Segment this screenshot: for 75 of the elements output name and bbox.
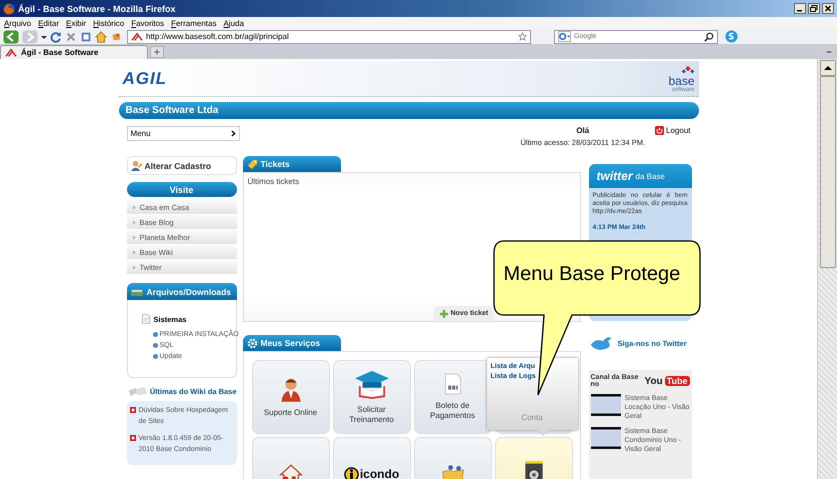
document-icon: [142, 314, 150, 324]
restore-icon[interactable]: [808, 3, 820, 14]
twitter-suffix: da Base: [636, 172, 665, 180]
arrow-right-icon: [132, 204, 136, 210]
plus-icon: [440, 310, 448, 318]
info-icon: [344, 466, 359, 479]
menu-item[interactable]: Histórico: [93, 18, 124, 28]
service-tile[interactable]: Boleto de Pagamentos: [414, 360, 492, 434]
twitter-logo: twitter: [596, 169, 632, 183]
reload-icon[interactable]: [50, 30, 62, 42]
logout-link[interactable]: Logout: [655, 126, 690, 135]
menu-item[interactable]: Editar: [38, 18, 60, 28]
app-logo: AGIL: [122, 68, 168, 88]
menu-item[interactable]: Exibir: [66, 18, 86, 28]
support-agent-icon: [278, 376, 302, 402]
service-tile[interactable]: Suporte Online: [252, 360, 330, 434]
service-tile[interactable]: Solicitar Treinamento: [332, 360, 410, 434]
scroll-up-icon[interactable]: [820, 60, 836, 76]
site-logo-icon: [131, 32, 143, 42]
tile-label: Conta: [520, 413, 544, 422]
new-tab-icon[interactable]: [150, 46, 164, 58]
menu-dropdown[interactable]: Menu: [126, 126, 240, 141]
menu-item[interactable]: Ajuda: [223, 18, 244, 28]
menu-item[interactable]: Ferramentas: [171, 18, 216, 28]
bullet-icon: [152, 354, 158, 359]
bullet-icon: [130, 435, 136, 441]
site-logo-icon: [5, 48, 17, 58]
drive-icon: [130, 286, 142, 296]
youtube-logo-tube: Tube: [664, 376, 690, 386]
callout-text: Menu Base Protege: [504, 263, 680, 286]
bullet-icon: [152, 332, 158, 337]
search-icon[interactable]: [704, 32, 714, 42]
brand-logo-icon: [680, 64, 694, 74]
brand-name: base: [668, 74, 694, 86]
bullet-icon: [152, 343, 158, 348]
video-thumbnail[interactable]: [590, 394, 620, 416]
arrow-right-icon: [132, 250, 136, 254]
minimize-icon[interactable]: [794, 3, 806, 14]
greeting-text: Olá: [576, 126, 590, 135]
menu-item[interactable]: Favoritos: [131, 18, 164, 28]
chevron-right-icon: [230, 130, 236, 137]
menu-item[interactable]: Arquivo: [4, 18, 32, 28]
chat-icon[interactable]: [725, 30, 738, 43]
close-icon[interactable]: [822, 3, 834, 14]
graduation-cap-icon: [352, 369, 390, 399]
gear-icon: [246, 338, 258, 348]
star-icon[interactable]: [518, 32, 527, 41]
popup-pointer: [536, 430, 548, 436]
address-bar[interactable]: http://www.basesoft.com.br/agil/principal: [127, 30, 531, 44]
arrow-right-icon: [132, 234, 136, 240]
home-icon[interactable]: [95, 30, 107, 42]
barcode-document-icon: [444, 373, 460, 395]
stop-icon[interactable]: [65, 30, 77, 42]
search-engine-icon[interactable]: [558, 31, 571, 42]
downloads-title: Arquivos/Downloads: [146, 286, 232, 296]
power-icon: [655, 126, 664, 135]
user-edit-icon: [130, 160, 142, 171]
arrow-right-icon: [132, 264, 136, 270]
visit-header: Visite: [126, 182, 236, 197]
youtube-logo-you: You: [644, 376, 663, 386]
bookmark-page-icon[interactable]: [80, 30, 92, 42]
browser-logo-icon: [3, 2, 15, 14]
service-tile[interactable]: icondo: [332, 437, 410, 479]
icondo-logo-text: icondo: [360, 467, 400, 479]
video-thumbnail[interactable]: [590, 427, 620, 449]
tickets-subtitle: Últimos tickets: [246, 176, 300, 188]
company-bar: Base Software Ltda: [118, 102, 698, 119]
arrow-right-icon: [132, 220, 136, 224]
browser-tab[interactable]: Ágil - Base Software: [0, 45, 148, 59]
profile-link[interactable]: Alterar Cadastro: [144, 160, 212, 170]
window-title: Ágil - Base Software - Mozilla Firefox: [18, 4, 176, 14]
scroll-thumb[interactable]: [820, 76, 836, 268]
bullet-icon: [130, 407, 136, 413]
tag-icon: [246, 158, 258, 170]
back-icon[interactable]: [3, 30, 19, 44]
